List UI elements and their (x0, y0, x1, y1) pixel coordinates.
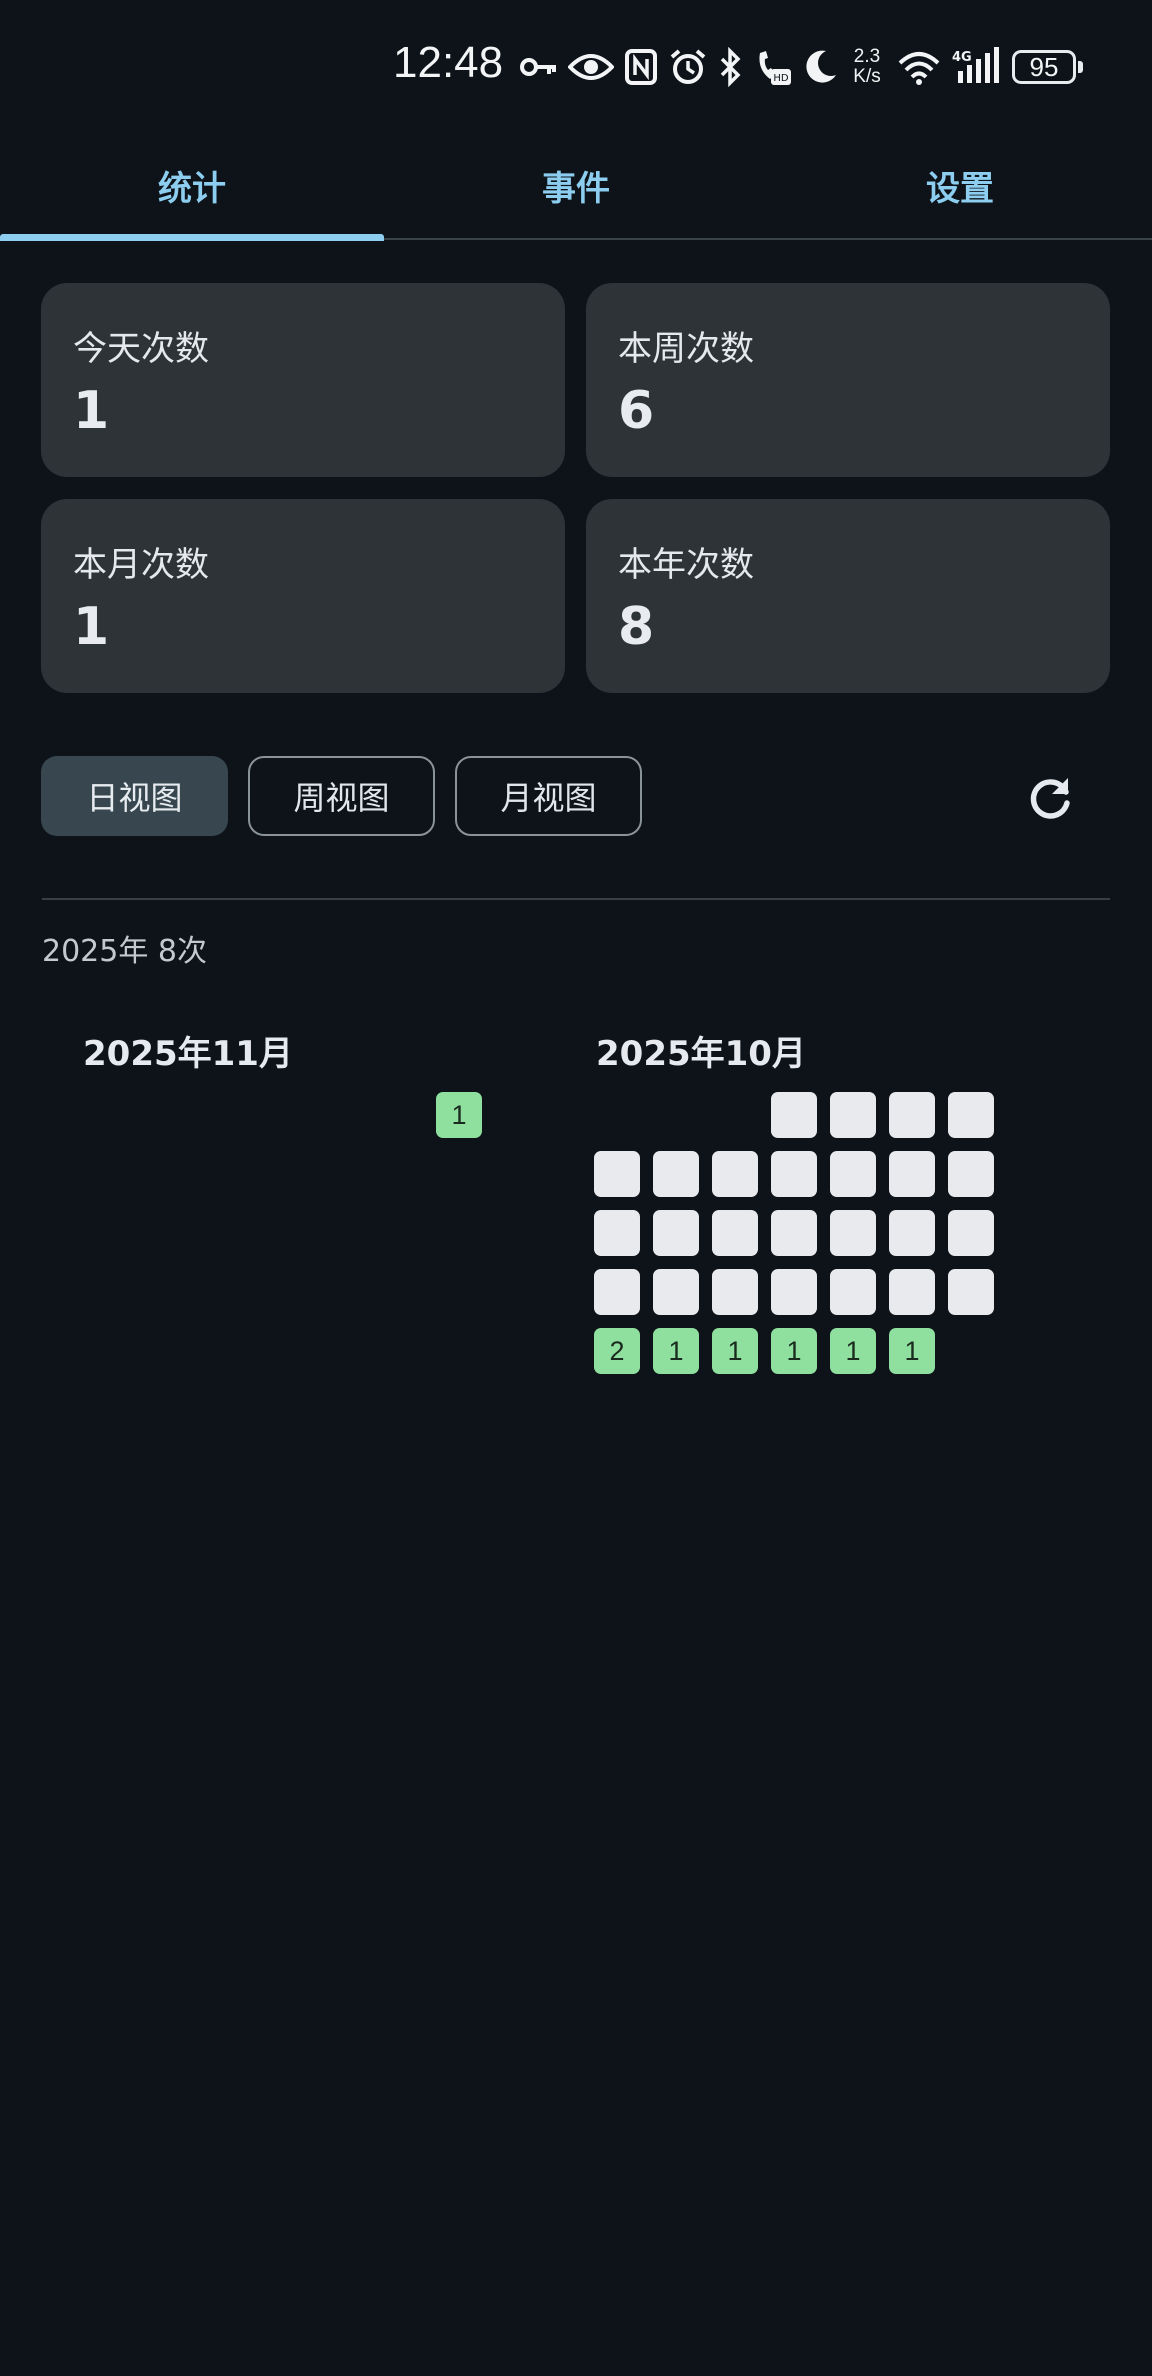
calendar-day-empty[interactable] (948, 1151, 994, 1197)
month-title-october: 2025年10月 (596, 1034, 806, 1074)
calendar-day-empty[interactable] (594, 1269, 640, 1315)
wifi-icon (898, 52, 940, 85)
calendar-day-active[interactable]: 1 (436, 1092, 482, 1138)
calendar-day-active[interactable]: 1 (830, 1328, 876, 1374)
stat-label: 本月次数 (73, 545, 209, 585)
status-icons: HD 2.3 K/s 4G (518, 42, 1002, 92)
calendar-day-empty[interactable] (653, 1269, 699, 1315)
stat-label: 本周次数 (618, 329, 754, 369)
calendar-day-empty[interactable] (830, 1210, 876, 1256)
alarm-icon (670, 49, 706, 84)
calendar-day-empty[interactable] (771, 1092, 817, 1138)
calendar-day-empty[interactable] (948, 1092, 994, 1138)
calendar-day-empty[interactable] (771, 1151, 817, 1197)
calendar-day-empty[interactable] (948, 1269, 994, 1315)
calendar-day-active[interactable]: 2 (594, 1328, 640, 1374)
month-view-button[interactable]: 月视图 (455, 756, 642, 836)
signal-4g-icon: 4G (952, 47, 999, 83)
nfc-icon (625, 49, 657, 85)
tab-settings[interactable]: 设置 (768, 135, 1152, 235)
battery-level: 95 (1029, 51, 1059, 82)
month-title-november: 2025年11月 (83, 1034, 293, 1074)
calendar-day-empty[interactable] (830, 1151, 876, 1197)
hd-call-icon: HD (759, 51, 791, 85)
calendar-day-empty[interactable] (889, 1092, 935, 1138)
calendar-day-empty[interactable] (594, 1210, 640, 1256)
calendar-day-empty[interactable] (889, 1210, 935, 1256)
status-time: 12:48 (393, 38, 504, 87)
moon-icon (806, 50, 836, 83)
calendar-day-empty[interactable] (771, 1210, 817, 1256)
calendar-day-empty[interactable] (653, 1151, 699, 1197)
calendar-day-empty[interactable] (889, 1151, 935, 1197)
net-speed: 2.3 K/s (853, 46, 881, 87)
calendar-day-empty[interactable] (889, 1269, 935, 1315)
stat-card-week: 本周次数 6 (586, 283, 1110, 477)
stat-value: 1 (73, 381, 110, 441)
day-view-button[interactable]: 日视图 (41, 756, 228, 836)
battery-icon: 95 (1012, 50, 1076, 84)
battery-tip (1078, 61, 1083, 73)
stat-value: 6 (618, 381, 655, 441)
stat-card-month: 本月次数 1 (41, 499, 565, 693)
calendar-day-empty[interactable] (948, 1210, 994, 1256)
calendar-day-active[interactable]: 1 (771, 1328, 817, 1374)
tab-stats[interactable]: 统计 (0, 135, 384, 235)
vpn-key-icon (520, 58, 556, 76)
stat-card-year: 本年次数 8 (586, 499, 1110, 693)
stat-label: 本年次数 (618, 545, 754, 585)
svg-text:4G: 4G (952, 50, 972, 65)
calendar-day-active[interactable]: 1 (712, 1328, 758, 1374)
calendar-day-active[interactable]: 1 (653, 1328, 699, 1374)
stat-card-today: 今天次数 1 (41, 283, 565, 477)
calendar-day-empty[interactable] (830, 1092, 876, 1138)
calendar-day-empty[interactable] (594, 1151, 640, 1197)
calendar-day-active[interactable]: 1 (889, 1328, 935, 1374)
tab-indicator (0, 234, 384, 241)
stat-value: 8 (618, 597, 655, 657)
calendar-day-empty[interactable] (771, 1269, 817, 1315)
section-divider (42, 898, 1110, 900)
tab-events[interactable]: 事件 (384, 135, 768, 235)
bluetooth-icon (720, 47, 741, 87)
refresh-icon[interactable] (1022, 770, 1078, 826)
eye-icon (568, 54, 614, 80)
stat-value: 1 (73, 597, 110, 657)
stat-label: 今天次数 (73, 329, 209, 369)
calendar-day-empty[interactable] (653, 1210, 699, 1256)
status-bar: 12:48 HD 2.3 K/s 4G 95 (0, 0, 1152, 135)
year-summary: 2025年 8次 (42, 934, 207, 969)
calendar-day-empty[interactable] (712, 1210, 758, 1256)
calendar-day-empty[interactable] (712, 1151, 758, 1197)
svg-text:HD: HD (773, 73, 789, 84)
tab-bar: 统计 事件 设置 (0, 135, 1152, 241)
week-view-button[interactable]: 周视图 (248, 756, 435, 836)
calendar-day-empty[interactable] (830, 1269, 876, 1315)
calendar-day-empty[interactable] (712, 1269, 758, 1315)
